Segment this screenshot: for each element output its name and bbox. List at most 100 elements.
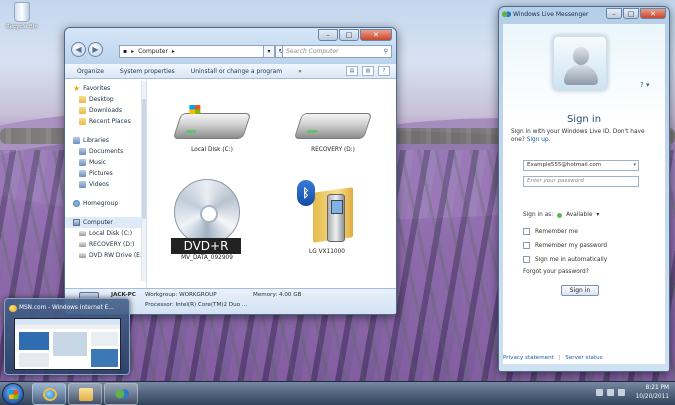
more-commands-button[interactable]: » [298,68,302,75]
auto-signin-checkbox[interactable]: Sign me in automatically [523,256,607,263]
recent-places-icon [79,118,86,125]
nav-libraries[interactable]: Libraries [65,135,146,146]
signup-link[interactable]: Sign up. [527,137,551,143]
disc-drive-icon [79,253,86,258]
drive-icon [79,242,86,247]
clock[interactable]: 8:21 PM 10/20/2011 [636,384,669,402]
taskbar: 8:21 PM 10/20/2011 [0,381,675,405]
address-text: Computer [138,48,168,55]
explorer-window[interactable]: – □ ✕ ◀ ▶ ▪ ▸ Computer ▸ ▾ ↻ Search Comp… [64,27,397,315]
status-dropdown[interactable]: Available [566,212,592,218]
window-controls: – □ ✕ [318,29,392,41]
preview-block [19,353,49,367]
taskbar-ie-button[interactable] [32,383,66,405]
avatar-head [573,47,589,65]
hard-drive-icon [172,113,252,139]
forgot-password-link[interactable]: Forgot your password? [523,269,589,275]
sign-in-as-row: Sign in as: Available ▾ [523,212,599,218]
preview-block [91,349,118,367]
dvd-disc-icon [174,179,240,245]
forward-button[interactable]: ▶ [88,42,103,57]
organize-menu[interactable]: Organize [77,68,104,75]
signin-heading: Sign in [566,114,602,125]
address-dropdown-button[interactable]: ▾ [263,45,275,58]
maximize-button[interactable]: □ [623,8,639,19]
nav-recent-places[interactable]: Recent Places [65,116,146,127]
breadcrumb-arrow-icon: ▸ [171,48,175,55]
recycle-bin-shortcut[interactable]: Recycle Bin [4,2,40,30]
nav-homegroup[interactable]: Homegroup [65,198,146,209]
server-status-link[interactable]: Server status [565,355,602,361]
nav-dvd-drive[interactable]: DVD RW Drive (E:) [65,250,146,261]
taskbar-messenger-button[interactable] [104,383,138,405]
scrollbar-thumb[interactable] [142,99,146,219]
checkbox-box[interactable] [523,242,530,249]
remember-password-checkbox[interactable]: Remember my password [523,242,607,249]
start-button[interactable] [2,383,24,405]
nav-local-disk[interactable]: Local Disk (C:) [65,228,146,239]
hard-drive-icon [293,113,373,139]
chevron-down-icon[interactable]: ▾ [633,161,636,170]
system-properties-button[interactable]: System properties [120,68,175,75]
nav-favorites[interactable]: ★ Favorites [65,83,146,94]
preview-pane-icon[interactable]: ▥ [362,66,374,76]
tray-flag-icon[interactable] [596,389,603,396]
nav-videos[interactable]: Videos [65,179,146,190]
search-input[interactable]: Search Computer ⚲ [282,45,392,58]
folder-icon [79,388,93,401]
phone-icon [327,194,345,242]
avatar[interactable] [552,35,608,91]
back-button[interactable]: ◀ [71,42,86,57]
taskbar-thumbnail-preview[interactable]: MSN.com - Windows Internet E... [4,298,130,375]
checkbox-box[interactable] [523,256,530,263]
homegroup-icon [73,200,80,207]
close-button[interactable]: ✕ [640,8,666,19]
dvd-badge: DVD+R [171,238,241,254]
memory-text: Memory: 4.00 GB [253,292,302,298]
privacy-link[interactable]: Privacy statement [503,355,554,361]
messenger-window[interactable]: Windows Live Messenger – □ ✕ ? ▾ Sign in… [498,6,670,372]
search-icon[interactable]: ⚲ [384,46,388,57]
remember-me-checkbox[interactable]: Remember me [523,228,578,235]
nav-documents[interactable]: Documents [65,146,146,157]
drive-local-disk[interactable]: Local Disk (C:) [162,113,262,153]
nav-desktop[interactable]: Desktop [65,94,146,105]
downloads-icon [79,107,86,114]
clock-time: 8:21 PM [645,385,669,391]
taskbar-explorer-button[interactable] [68,383,102,405]
avatar-body [564,65,598,85]
email-field[interactable]: Example555@hotmail.com ▾ [523,160,639,171]
maximize-button[interactable]: □ [339,29,359,41]
tray-network-icon[interactable] [607,389,614,396]
nav-downloads[interactable]: Downloads [65,105,146,116]
pictures-icon [79,170,86,177]
tray-volume-icon[interactable] [618,389,625,396]
nav-recovery[interactable]: RECOVERY (D:) [65,239,146,250]
address-bar[interactable]: ▪ ▸ Computer ▸ [119,45,274,58]
password-field[interactable]: Enter your password [523,176,639,187]
help-menu-icon[interactable]: ? ▾ [640,81,652,91]
nav-music[interactable]: Music [65,157,146,168]
explorer-titlebar[interactable]: – □ ✕ ◀ ▶ ▪ ▸ Computer ▸ ▾ ↻ Search Comp… [65,28,396,64]
drives-view: Local Disk (C:) RECOVERY (D:) DVD+R DVD … [149,79,395,288]
drive-recovery[interactable]: RECOVERY (D:) [283,113,383,153]
messenger-titlebar[interactable]: Windows Live Messenger – □ ✕ [499,7,669,23]
nav-scrollbar[interactable] [141,81,146,281]
drive-dvd[interactable]: DVD+R DVD RW Drive (E:) MV_DATA_092909 [157,179,257,269]
minimize-button[interactable]: – [606,8,622,19]
close-button[interactable]: ✕ [360,29,392,41]
checkbox-box[interactable] [523,228,530,235]
sign-in-button[interactable]: Sign in [561,285,599,296]
view-controls: ▤ ▥ ? [346,66,390,76]
help-icon[interactable]: ? [378,66,390,76]
messenger-signin-panel: ? ▾ Sign in Sign in with your Windows Li… [503,24,665,364]
recycle-bin-label: Recycle Bin [6,24,38,30]
nav-pictures[interactable]: Pictures [65,168,146,179]
minimize-button[interactable]: – [318,29,338,41]
change-view-icon[interactable]: ▤ [346,66,358,76]
nav-computer[interactable]: Computer [65,217,146,228]
chevron-down-icon[interactable]: ▾ [596,212,599,218]
email-value: Example555@hotmail.com [527,162,602,168]
uninstall-program-button[interactable]: Uninstall or change a program [191,68,282,75]
device-phone[interactable]: ᛒ LG VX11000 [277,180,377,255]
